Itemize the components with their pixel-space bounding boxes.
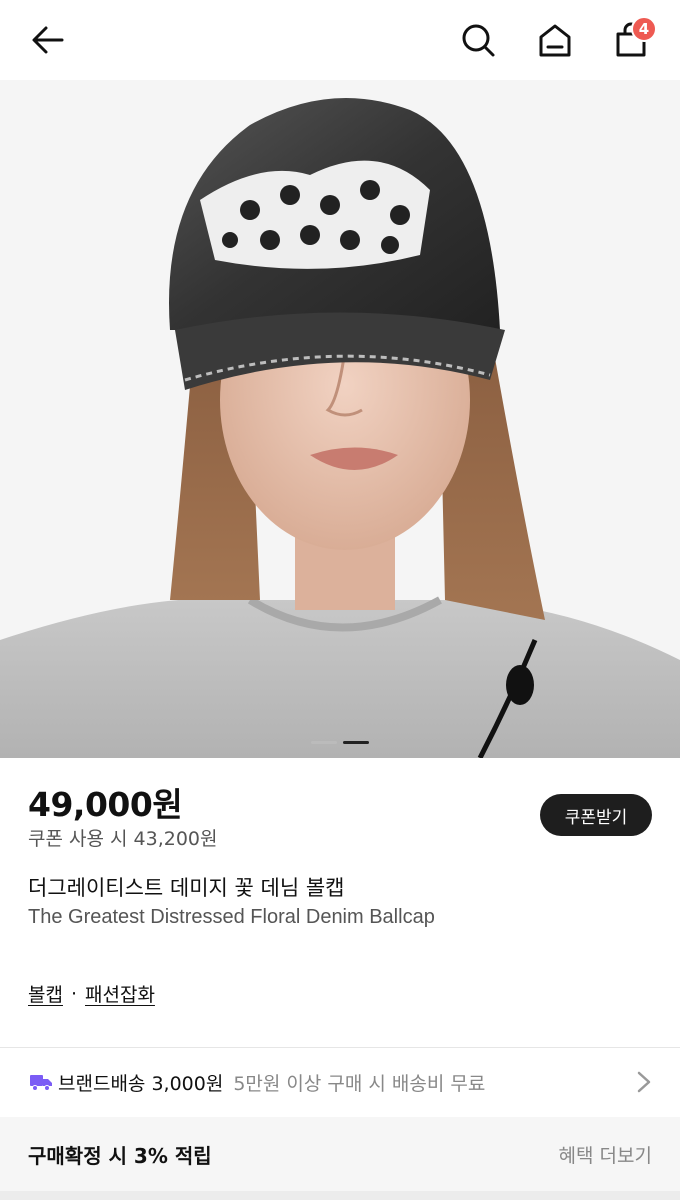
home-icon <box>539 24 571 57</box>
product-image-carousel[interactable] <box>0 80 680 758</box>
bottom-divider <box>0 1191 680 1200</box>
shipping-fee: 브랜드배송 3,000원 <box>58 1072 224 1095</box>
carousel-dot[interactable] <box>311 741 337 744</box>
purchase-benefit-row: 구매확정 시 3% 적립 혜택 더보기 <box>0 1117 680 1191</box>
carousel-dot-active[interactable] <box>343 741 369 744</box>
free-shipping-note: 5만원 이상 구매 시 배송비 무료 <box>233 1072 486 1095</box>
benefit-title: 구매확정 시 3% 적립 <box>28 1143 212 1168</box>
product-name-english: The Greatest Distressed Floral Denim Bal… <box>28 906 435 928</box>
home-button[interactable] <box>529 14 581 66</box>
product-price: 49,000원 <box>28 785 183 824</box>
coupon-price: 쿠폰 사용 시 43,200원 <box>28 828 218 850</box>
get-coupon-button[interactable]: 쿠폰받기 <box>540 794 652 836</box>
category-separator: · <box>70 982 78 1005</box>
product-photo <box>0 80 680 758</box>
chevron-right-icon <box>637 1071 651 1093</box>
category-link-ballcap[interactable]: 볼캡 <box>28 980 63 1007</box>
search-button[interactable] <box>452 14 504 66</box>
carousel-indicator <box>0 741 680 744</box>
shipping-info-row[interactable]: 브랜드배송 3,000원 5만원 이상 구매 시 배송비 무료 <box>0 1049 680 1115</box>
category-link-fashion-goods[interactable]: 패션잡화 <box>85 980 155 1007</box>
back-button[interactable] <box>22 14 74 66</box>
truck-icon <box>30 1075 52 1091</box>
search-icon <box>462 24 495 57</box>
product-name-korean: 더그레이티스트 데미지 꽃 데님 볼캡 <box>28 876 345 900</box>
category-links: 볼캡 · 패션잡화 <box>28 980 155 1007</box>
cart-button[interactable]: 4 <box>605 14 657 66</box>
section-divider <box>0 1047 680 1048</box>
more-benefits-link[interactable]: 혜택 더보기 <box>559 1141 652 1168</box>
back-arrow-icon <box>32 26 64 54</box>
cart-count-badge: 4 <box>631 16 657 42</box>
top-nav-bar: 4 <box>0 0 680 80</box>
